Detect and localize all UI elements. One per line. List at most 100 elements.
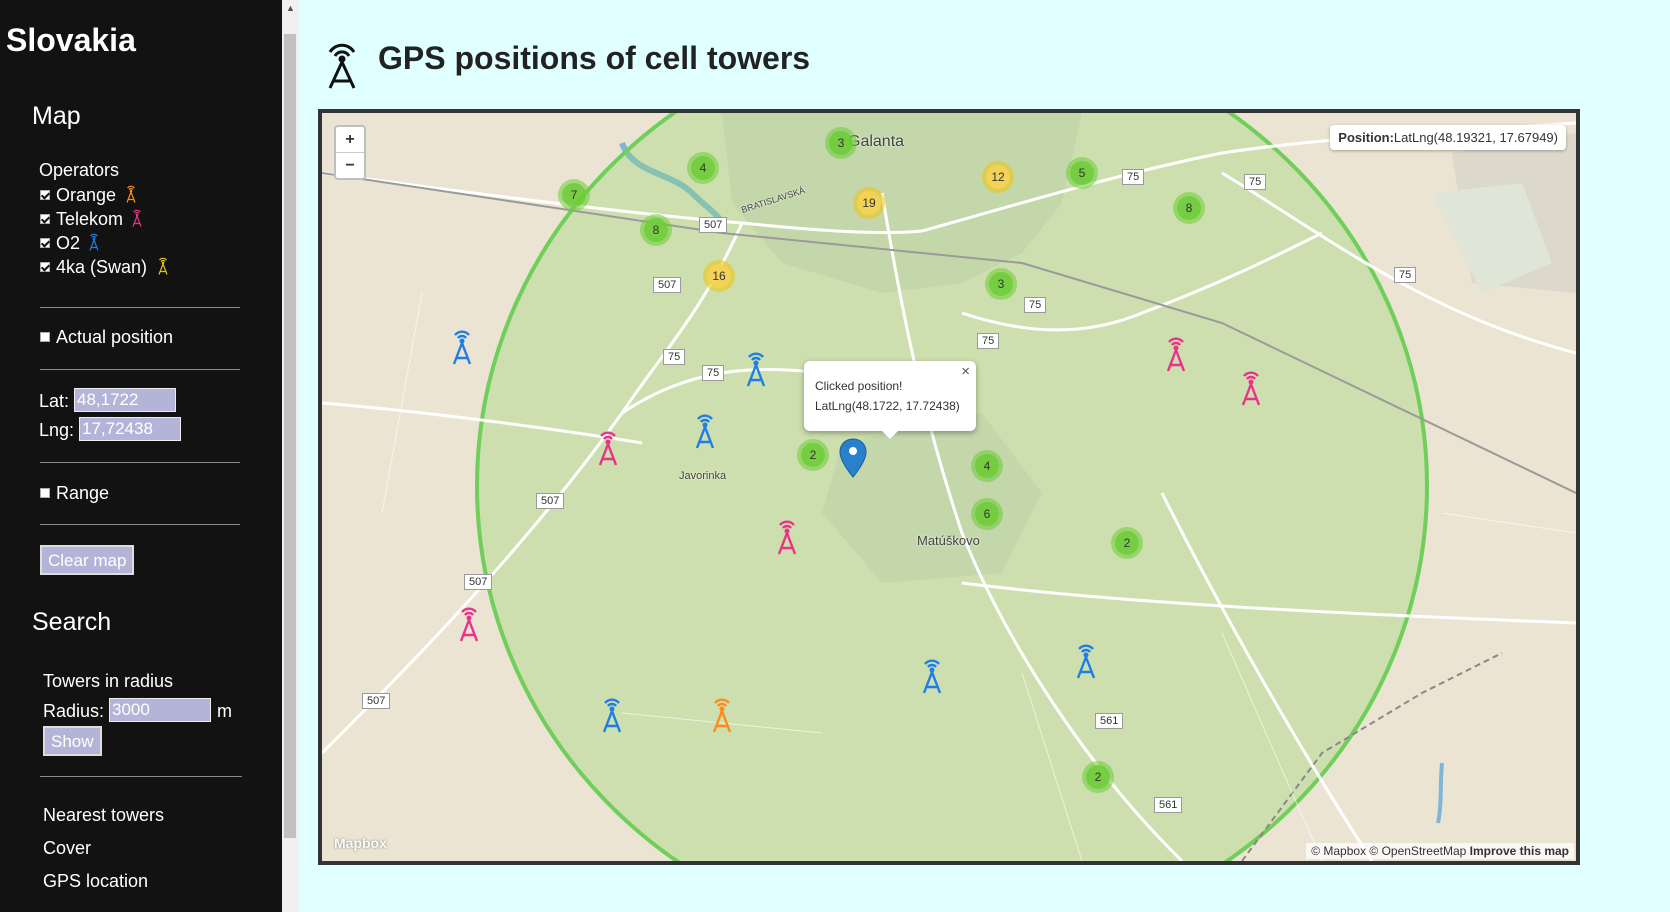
- road-label: 561: [1095, 713, 1124, 729]
- cluster-count: 12: [986, 165, 1010, 189]
- position-value: LatLng(48.19321, 17.67949): [1393, 130, 1558, 145]
- radius-label: Radius:: [43, 701, 105, 721]
- telekom-tower-marker-icon[interactable]: [594, 428, 622, 468]
- map[interactable]: Galanta Matúškovo Javorinka BRATISLAVSKÁ…: [318, 109, 1580, 865]
- cover-link[interactable]: Cover: [43, 838, 91, 859]
- divider: [40, 369, 240, 370]
- tower-cluster[interactable]: 2: [1082, 761, 1114, 793]
- telekom-tower-marker-icon[interactable]: [455, 604, 483, 644]
- telekom-tower-marker-icon[interactable]: [1162, 334, 1190, 374]
- cluster-count: 8: [1177, 196, 1201, 220]
- clear-map-button[interactable]: Clear map: [40, 545, 135, 575]
- tower-cluster[interactable]: 3: [825, 127, 857, 159]
- divider: [40, 776, 242, 777]
- position-readout: Position:LatLng(48.19321, 17.67949): [1330, 125, 1566, 150]
- show-button[interactable]: Show: [43, 726, 102, 756]
- gps-location-link[interactable]: GPS location: [43, 871, 148, 892]
- divider: [40, 524, 240, 525]
- scroll-up-icon[interactable]: ▲: [286, 3, 295, 13]
- mapbox-logo[interactable]: Mapbox: [334, 835, 387, 851]
- road-label: 507: [362, 693, 391, 709]
- range-checkbox[interactable]: [40, 488, 50, 498]
- tower-cluster[interactable]: 4: [971, 450, 1003, 482]
- cluster-count: 4: [691, 156, 715, 180]
- telekom-checkbox[interactable]: [40, 214, 50, 224]
- lng-label: Lng:: [39, 420, 75, 440]
- tower-cluster[interactable]: 8: [1173, 192, 1205, 224]
- operators-label: Operators: [39, 160, 120, 180]
- zoom-control: + −: [334, 125, 366, 180]
- tower-cluster[interactable]: 4: [687, 152, 719, 184]
- swan-checkbox[interactable]: [40, 262, 50, 272]
- tower-cluster[interactable]: 6: [971, 498, 1003, 530]
- actual-position-checkbox[interactable]: [40, 332, 50, 342]
- cluster-count: 3: [989, 272, 1013, 296]
- tower-cluster[interactable]: 2: [797, 439, 829, 471]
- o2-tower-marker-icon[interactable]: [691, 411, 719, 451]
- o2-tower-marker-icon[interactable]: [1072, 641, 1100, 681]
- improve-map-link[interactable]: Improve this map: [1470, 844, 1569, 858]
- cluster-count: 8: [644, 218, 668, 242]
- road-label: 75: [663, 349, 686, 365]
- cluster-count: 2: [1086, 765, 1110, 789]
- swan-label: 4ka (Swan): [56, 257, 148, 277]
- tower-cluster[interactable]: 5: [1066, 157, 1098, 189]
- road-label: 75: [1122, 169, 1145, 185]
- road-label: 507: [699, 217, 728, 233]
- sidebar: Slovakia Map Operators Orange Telekom O2…: [0, 0, 282, 912]
- position-label: Position:: [1338, 130, 1394, 145]
- telekom-label: Telekom: [56, 209, 124, 229]
- tower-cluster[interactable]: 19: [853, 187, 885, 219]
- scrollbar-thumb[interactable]: [284, 34, 296, 838]
- popup-close-button[interactable]: ×: [961, 363, 970, 380]
- radius-input[interactable]: [109, 698, 211, 722]
- tower-cluster[interactable]: 12: [982, 161, 1014, 193]
- road-label: 561: [1154, 797, 1183, 813]
- road-label: 75: [1244, 174, 1267, 190]
- cluster-count: 7: [562, 183, 586, 207]
- o2-checkbox[interactable]: [40, 238, 50, 248]
- o2-label: O2: [56, 233, 81, 253]
- attribution-text[interactable]: © Mapbox © OpenStreetMap: [1311, 844, 1469, 858]
- zoom-out-button[interactable]: −: [336, 152, 364, 178]
- divider: [40, 307, 240, 308]
- search-heading: Search: [32, 608, 112, 636]
- map-base-tiles: [322, 113, 1576, 861]
- o2-tower-marker-icon[interactable]: [918, 656, 946, 696]
- telekom-tower-marker-icon[interactable]: [773, 517, 801, 557]
- telekom-tower-icon: [132, 209, 142, 227]
- map-attribution: © Mapbox © OpenStreetMap Improve this ma…: [1306, 843, 1574, 859]
- orange-tower-icon: [126, 185, 136, 203]
- cluster-count: 5: [1070, 161, 1094, 185]
- popup-title: Clicked position!: [815, 379, 903, 393]
- orange-checkbox[interactable]: [40, 190, 50, 200]
- lng-input[interactable]: [79, 417, 181, 441]
- road-label: 75: [1024, 297, 1047, 313]
- swan-tower-icon: [158, 257, 168, 275]
- clicked-position-popup: × Clicked position! LatLng(48.1722, 17.7…: [804, 361, 976, 431]
- cluster-count: 3: [829, 131, 853, 155]
- tower-cluster[interactable]: 16: [703, 260, 735, 292]
- tower-cluster[interactable]: 2: [1111, 527, 1143, 559]
- orange-tower-marker-icon[interactable]: [708, 695, 736, 735]
- antenna-icon: [328, 43, 356, 89]
- tower-cluster[interactable]: 3: [985, 268, 1017, 300]
- tower-cluster[interactable]: 7: [558, 179, 590, 211]
- telekom-tower-marker-icon[interactable]: [1237, 368, 1265, 408]
- zoom-in-button[interactable]: +: [336, 127, 364, 152]
- o2-tower-icon: [89, 233, 99, 251]
- cluster-count: 19: [857, 191, 881, 215]
- sidebar-scrollbar[interactable]: ▲: [282, 0, 299, 912]
- cluster-count: 6: [975, 502, 999, 526]
- o2-tower-marker-icon[interactable]: [598, 695, 626, 735]
- location-pin-icon[interactable]: [839, 438, 867, 478]
- road-label: 75: [977, 333, 1000, 349]
- o2-tower-marker-icon[interactable]: [742, 349, 770, 389]
- tower-cluster[interactable]: 8: [640, 214, 672, 246]
- o2-tower-marker-icon[interactable]: [448, 327, 476, 367]
- place-label-matuskovo: Matúškovo: [917, 533, 980, 548]
- page-title: GPS positions of cell towers: [378, 40, 811, 76]
- lat-input[interactable]: [74, 388, 176, 412]
- nearest-towers-link[interactable]: Nearest towers: [43, 805, 164, 826]
- actual-position-label: Actual position: [56, 327, 174, 347]
